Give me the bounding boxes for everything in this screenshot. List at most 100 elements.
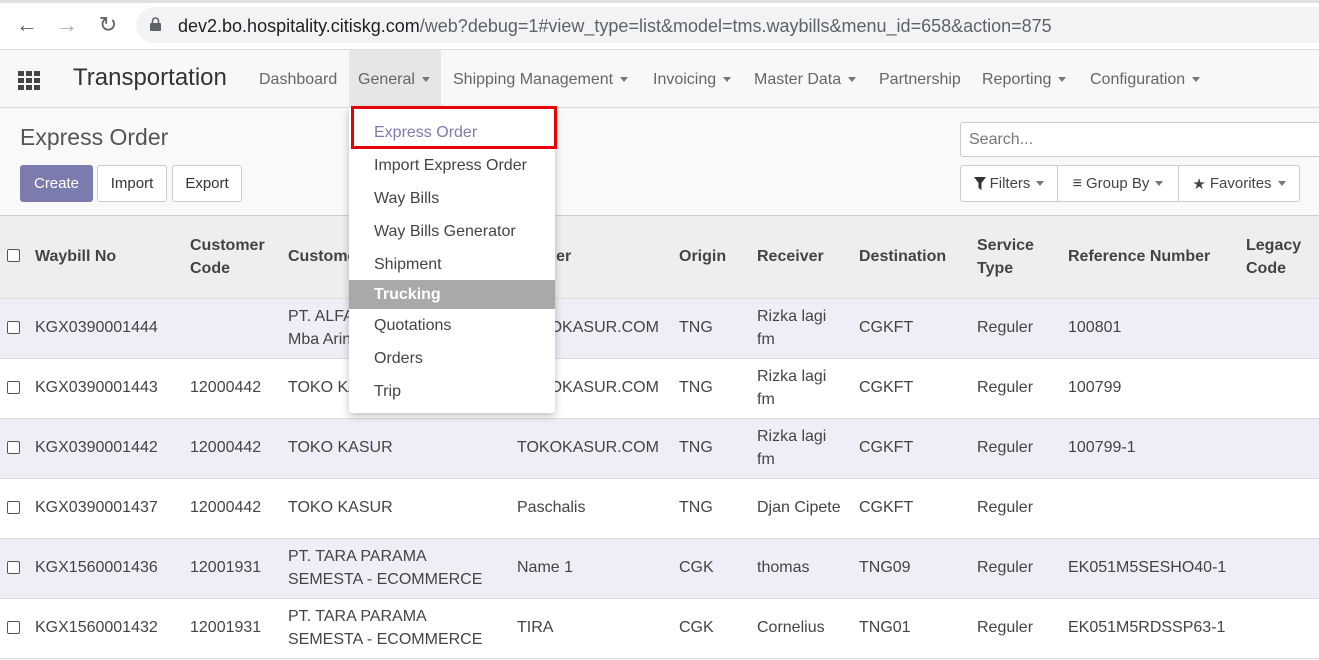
customer-cell-line: SEMESTA - ECOMMERCE bbox=[288, 571, 483, 588]
menu-general[interactable]: General bbox=[358, 71, 430, 89]
customer-code-cell-line: 12000442 bbox=[190, 499, 262, 516]
dropdown-item-trucking[interactable]: Trucking bbox=[349, 280, 555, 309]
menu-label: Configuration bbox=[1090, 71, 1186, 88]
filter-icon bbox=[973, 177, 986, 190]
header-line: Code bbox=[1246, 260, 1286, 277]
caret-down-icon bbox=[620, 77, 629, 83]
search-input[interactable] bbox=[960, 122, 1319, 157]
url-text[interactable]: dev2.bo.hospitality.citiskg.com/web?debu… bbox=[178, 16, 1052, 37]
row-checkbox[interactable] bbox=[7, 501, 20, 514]
customer-cell: PT. TARA PARAMA SEMESTA - ECOMMERCE bbox=[288, 605, 482, 651]
menu-label: General bbox=[358, 71, 415, 88]
sender-cell-line: TIRA bbox=[517, 619, 554, 636]
menu-shipping-management[interactable]: Shipping Management bbox=[453, 71, 629, 89]
col-origin[interactable]: Origin bbox=[679, 245, 726, 268]
table-row[interactable]: KGX1560001436 12001931 PT. TARA PARAMA SEME… bbox=[0, 539, 1319, 599]
select-all-checkbox[interactable] bbox=[7, 249, 20, 262]
app-brand: Transportation bbox=[73, 64, 227, 91]
customer-cell-line: PT. TARA PARAMA bbox=[288, 548, 427, 565]
header-line: Type bbox=[977, 260, 1014, 277]
table-row[interactable]: KGX1560001432 12001931 PT. TARA PARAMA SEME… bbox=[0, 599, 1319, 659]
list-icon: ≡ bbox=[1072, 174, 1082, 192]
header-line: Legacy bbox=[1246, 237, 1302, 254]
col-customer-code[interactable]: Customer Code bbox=[190, 234, 265, 280]
apps-grid-icon[interactable] bbox=[18, 71, 40, 90]
row-checkbox[interactable] bbox=[7, 621, 20, 634]
table-row[interactable]: KGX0390001437 12000442 TOKO KASUR Paschalis… bbox=[0, 479, 1319, 539]
origin-cell: TNG bbox=[679, 496, 713, 519]
highlight-annotation bbox=[351, 106, 557, 149]
destination-cell-line: CGKFT bbox=[859, 319, 914, 336]
import-button[interactable]: Import bbox=[97, 165, 167, 202]
reference-cell-line: 100799 bbox=[1068, 379, 1122, 396]
col-destination[interactable]: Destination bbox=[859, 245, 946, 268]
dropdown-item-trip[interactable]: Trip bbox=[349, 377, 555, 407]
header-line: Code bbox=[190, 260, 230, 277]
row-checkbox[interactable] bbox=[7, 441, 20, 454]
waybill-cell-line: KGX0390001443 bbox=[35, 379, 158, 396]
col-legacy-code[interactable]: Legacy Code bbox=[1246, 234, 1301, 280]
receiver-cell: Rizka lagi fm bbox=[757, 305, 826, 351]
back-icon[interactable]: ← bbox=[15, 12, 39, 38]
group-by-button[interactable]: ≡ Group By bbox=[1058, 166, 1179, 201]
caret-down-icon bbox=[1192, 77, 1201, 83]
menu-label: Invoicing bbox=[653, 71, 717, 88]
reference-cell: EK051M5SESHO40-1 bbox=[1068, 556, 1226, 579]
dropdown-item-shipment[interactable]: Shipment bbox=[349, 250, 555, 280]
menu-configuration[interactable]: Configuration bbox=[1090, 71, 1201, 89]
export-button[interactable]: Export bbox=[172, 165, 242, 202]
menu-invoicing[interactable]: Invoicing bbox=[653, 71, 732, 89]
col-reference[interactable]: Reference Number bbox=[1068, 245, 1210, 268]
col-service-type[interactable]: Service Type bbox=[977, 234, 1034, 280]
row-checkbox[interactable] bbox=[7, 561, 20, 574]
menu-partnership[interactable]: Partnership bbox=[879, 71, 961, 89]
favorites-button[interactable]: ★ Favorites bbox=[1179, 166, 1299, 201]
menu-reporting[interactable]: Reporting bbox=[982, 71, 1067, 89]
service-type-cell-line: Reguler bbox=[977, 379, 1034, 396]
table-row[interactable]: KGX0390001443 12000442 TOKO KASUR TOKOKASUR… bbox=[0, 359, 1319, 419]
reference-cell: EK051M5RDSSP63-1 bbox=[1068, 616, 1225, 639]
receiver-cell-line: Cornelius bbox=[757, 619, 825, 636]
row-checkbox[interactable] bbox=[7, 321, 20, 334]
col-receiver[interactable]: Receiver bbox=[757, 245, 824, 268]
dropdown-item-import-express-order[interactable]: Import Express Order bbox=[349, 151, 555, 181]
reference-cell: 100799-1 bbox=[1068, 436, 1136, 459]
group-by-label: Group By bbox=[1085, 175, 1150, 192]
reference-cell-line: EK051M5SESHO40-1 bbox=[1068, 559, 1227, 576]
receiver-cell-line: fm bbox=[757, 451, 775, 468]
origin-cell-line: TNG bbox=[679, 439, 713, 456]
origin-cell: TNG bbox=[679, 316, 713, 339]
service-type-cell: Reguler bbox=[977, 496, 1033, 519]
customer-code-cell-line: 12000442 bbox=[190, 439, 262, 456]
waybill-cell-line: KGX0390001442 bbox=[35, 439, 158, 456]
caret-down-icon bbox=[848, 77, 857, 83]
table-row[interactable]: KGX0390001442 12000442 TOKO KASUR TOKOKASUR… bbox=[0, 419, 1319, 479]
waybill-cell-line: KGX0390001444 bbox=[35, 319, 158, 336]
sender-cell: TIRA bbox=[517, 616, 553, 639]
menu-master-data[interactable]: Master Data bbox=[754, 71, 857, 89]
reference-cell-line: 100799-1 bbox=[1068, 439, 1136, 456]
forward-icon[interactable]: → bbox=[55, 12, 79, 38]
col-waybill[interactable]: Waybill No bbox=[35, 245, 116, 268]
dropdown-item-quotations[interactable]: Quotations bbox=[349, 311, 555, 341]
customer-cell: TOKO KASUR bbox=[288, 436, 393, 459]
menu-label: Shipping Management bbox=[453, 71, 614, 88]
row-checkbox[interactable] bbox=[7, 381, 20, 394]
dropdown-item-way-bills-generator[interactable]: Way Bills Generator bbox=[349, 217, 555, 247]
customer-code-cell: 12001931 bbox=[190, 556, 261, 579]
customer-cell: PT. TARA PARAMA SEMESTA - ECOMMERCE bbox=[288, 545, 482, 591]
service-type-cell-line: Reguler bbox=[977, 559, 1034, 576]
receiver-cell: Rizka lagi fm bbox=[757, 365, 826, 411]
dropdown-item-orders[interactable]: Orders bbox=[349, 344, 555, 374]
menu-dashboard[interactable]: Dashboard bbox=[259, 71, 337, 89]
create-button[interactable]: Create bbox=[20, 165, 93, 202]
tab-strip-edge bbox=[0, 0, 1319, 3]
reload-icon[interactable]: ↻ bbox=[96, 12, 120, 38]
customer-code-cell-line: 12001931 bbox=[190, 619, 262, 636]
destination-cell-line: CGKFT bbox=[859, 439, 914, 456]
origin-cell-line: TNG bbox=[679, 379, 713, 396]
filters-button[interactable]: Filters bbox=[961, 166, 1058, 201]
dropdown-item-way-bills[interactable]: Way Bills bbox=[349, 184, 555, 214]
destination-cell: CGKFT bbox=[859, 376, 913, 399]
table-row[interactable]: KGX0390001444 PT. ALFA Mba Arin TOKOKASUR.C… bbox=[0, 299, 1319, 359]
